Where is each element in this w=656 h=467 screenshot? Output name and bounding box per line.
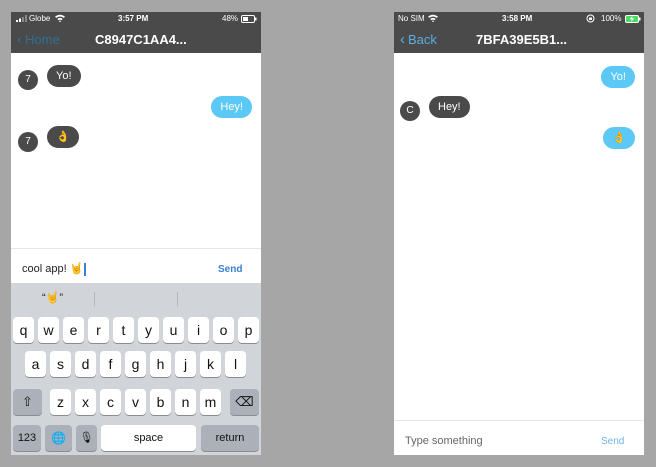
key-a[interactable]: a (25, 351, 46, 377)
key-x[interactable]: x (75, 389, 96, 415)
orientation-lock-icon (586, 14, 595, 25)
key-w[interactable]: w (38, 317, 59, 343)
back-button[interactable]: ‹ Home (17, 32, 60, 47)
key-f[interactable]: f (100, 351, 121, 377)
key-s[interactable]: s (50, 351, 71, 377)
send-button[interactable]: Send (218, 264, 242, 275)
status-bar: No SIM 3:58 PM 100% (394, 12, 644, 26)
globe-key[interactable]: 🌐 (45, 425, 72, 451)
incoming-message: Yo! (47, 65, 81, 87)
nav-bar: ‹ Home C8947C1AA4... (11, 26, 261, 53)
key-p[interactable]: p (238, 317, 259, 343)
message-composer: Type something Send (394, 420, 644, 455)
key-m[interactable]: m (200, 389, 221, 415)
message-input-value: cool app! 🤘 (22, 263, 84, 275)
key-j[interactable]: j (175, 351, 196, 377)
chevron-left-icon: ‹ (17, 31, 22, 48)
chevron-left-icon: ‹ (400, 31, 405, 48)
status-time: 3:58 PM (502, 14, 533, 23)
status-bar: Globe 3:57 PM 48% (11, 12, 261, 26)
message-input[interactable]: Type something (405, 435, 483, 447)
key-o[interactable]: o (213, 317, 234, 343)
incoming-message: 👌 (47, 126, 79, 148)
key-d[interactable]: d (75, 351, 96, 377)
right-phone-screen: No SIM 3:58 PM 100% ‹ Back 7BFA39E5B1...… (394, 12, 644, 455)
key-v[interactable]: v (125, 389, 146, 415)
dictation-key[interactable]: 🎙 (76, 425, 97, 451)
delete-icon: ⌫ (235, 394, 254, 409)
key-q[interactable]: q (13, 317, 34, 343)
sender-avatar: 7 (18, 132, 38, 152)
numbers-key[interactable]: 123 (13, 425, 41, 451)
key-e[interactable]: e (63, 317, 84, 343)
status-time: 3:57 PM (118, 14, 149, 23)
suggestion-bar: “🤘” (11, 283, 261, 313)
on-screen-keyboard: “🤘” q w e r t y u i o p a s d f g h j k … (11, 283, 261, 455)
key-z[interactable]: z (50, 389, 71, 415)
key-u[interactable]: u (163, 317, 184, 343)
microphone-icon: 🎙 (79, 432, 94, 444)
suggestion-1[interactable]: “🤘” (42, 291, 63, 304)
text-caret (84, 262, 86, 276)
carrier-name: No SIM (398, 14, 425, 23)
carrier-name: Globe (29, 14, 51, 23)
battery-charging-icon (625, 15, 641, 25)
nav-bar: ‹ Back 7BFA39E5B1... (394, 26, 644, 53)
sender-avatar: C (400, 101, 420, 121)
battery-percent: 100% (601, 14, 622, 23)
incoming-message: Hey! (429, 96, 470, 118)
wifi-icon (428, 14, 438, 24)
key-g[interactable]: g (125, 351, 146, 377)
space-key[interactable]: space (101, 425, 196, 451)
shift-icon: ⇧ (22, 394, 33, 409)
return-key[interactable]: return (201, 425, 259, 451)
delete-key[interactable]: ⌫ (230, 389, 259, 415)
key-h[interactable]: h (150, 351, 171, 377)
key-i[interactable]: i (188, 317, 209, 343)
back-label: Back (408, 32, 437, 47)
left-phone-screen: Globe 3:57 PM 48% ‹ Home C8947C1AA4... 7 … (11, 12, 261, 455)
key-k[interactable]: k (200, 351, 221, 377)
key-b[interactable]: b (150, 389, 171, 415)
key-c[interactable]: c (100, 389, 121, 415)
back-label: Home (25, 32, 60, 47)
outgoing-message: Yo! (601, 66, 635, 88)
shift-key[interactable]: ⇧ (13, 389, 42, 415)
message-input[interactable]: cool app! 🤘 (22, 262, 86, 276)
signal-icon (16, 15, 27, 24)
back-button[interactable]: ‹ Back (400, 32, 437, 47)
outgoing-message: Hey! (211, 96, 252, 118)
conversation-title: 7BFA39E5B1... (476, 32, 568, 47)
globe-icon: 🌐 (51, 431, 66, 445)
sender-avatar: 7 (18, 70, 38, 90)
suggestion-divider (177, 292, 178, 306)
send-button[interactable]: Send (601, 436, 624, 447)
message-composer: cool app! 🤘 Send (11, 248, 261, 283)
key-l[interactable]: l (225, 351, 246, 377)
key-r[interactable]: r (88, 317, 109, 343)
suggestion-divider (94, 292, 95, 306)
wifi-icon (55, 14, 65, 24)
conversation-title: C8947C1AA4... (95, 32, 187, 47)
battery-percent: 48% (222, 14, 239, 23)
key-n[interactable]: n (175, 389, 196, 415)
key-t[interactable]: t (113, 317, 134, 343)
key-y[interactable]: y (138, 317, 159, 343)
battery-icon (241, 15, 257, 25)
outgoing-message: 👌 (603, 127, 635, 149)
